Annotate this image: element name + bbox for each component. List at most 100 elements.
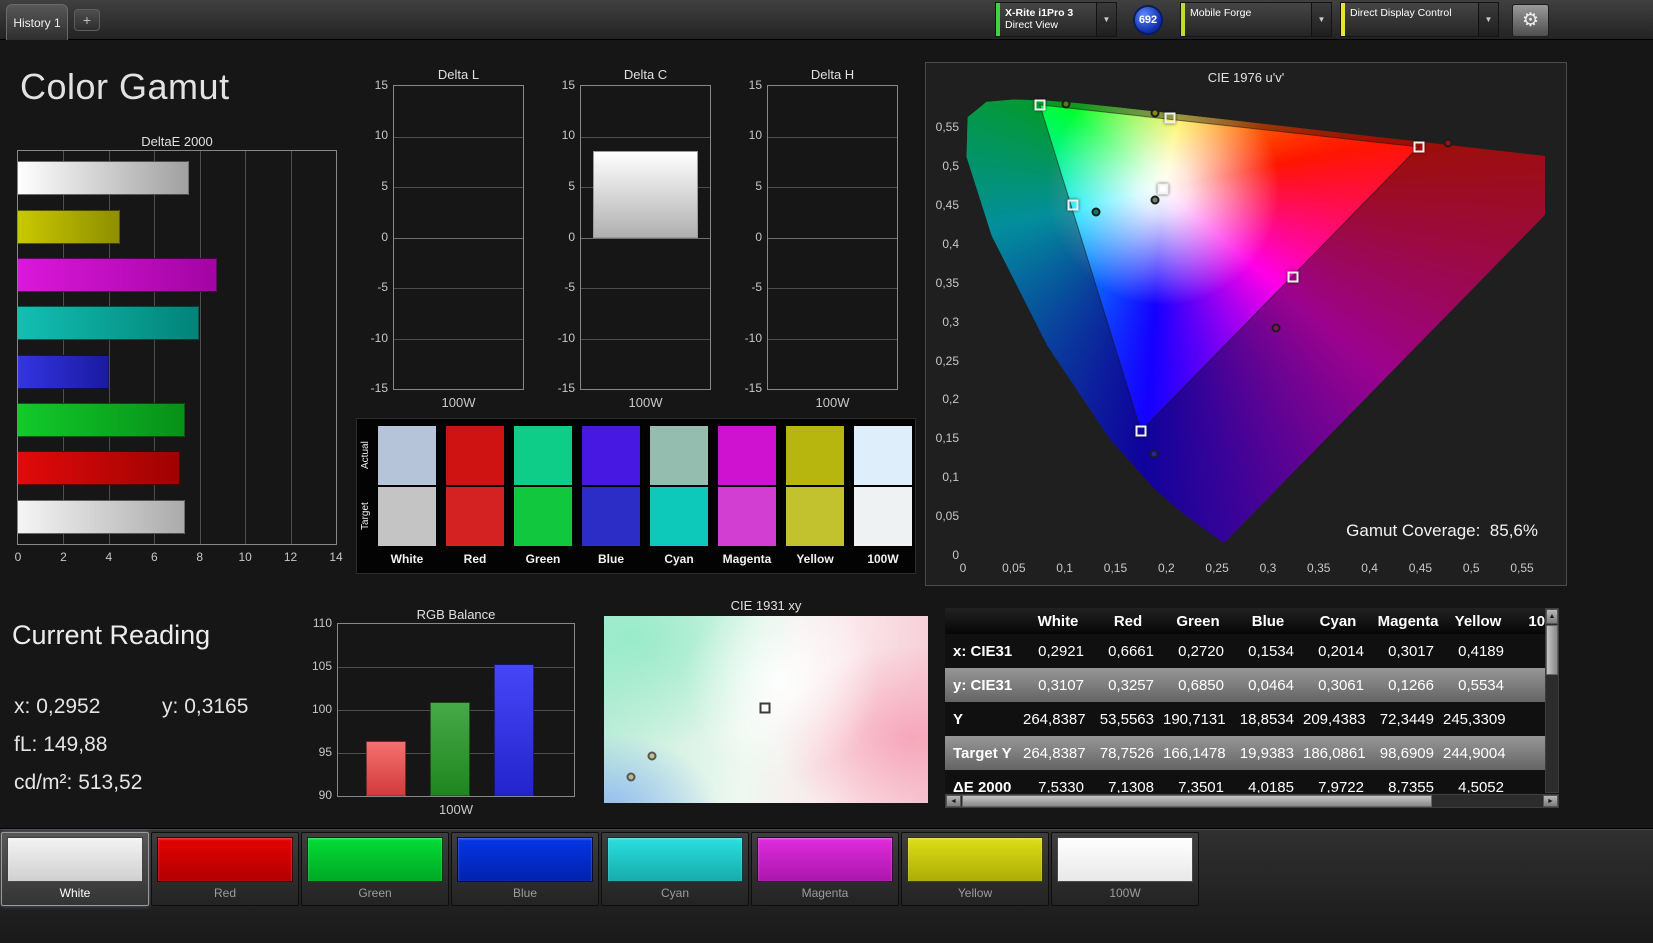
pattern-swatch-color xyxy=(757,837,893,882)
table-row: y: CIE31 0,3107 0,3257 0,6850 0,0464 0,3061 0,… xyxy=(945,668,1545,702)
measured-marker-cyan xyxy=(1091,207,1101,217)
axis-tick-label: 10 xyxy=(238,550,252,564)
tab-history-1[interactable]: History 1 xyxy=(6,4,68,40)
settings-button[interactable]: ⚙ xyxy=(1512,4,1549,37)
source-dropdown[interactable]: Mobile Forge ▼ xyxy=(1180,2,1332,37)
cell-value: 0,2720 xyxy=(1178,642,1224,660)
deltae-bar-blue xyxy=(18,354,110,389)
target-marker-blue xyxy=(1135,425,1147,437)
cell-value: 98,6909 xyxy=(1379,744,1434,762)
gamut-coverage-value: 85,6% xyxy=(1489,521,1538,540)
deltae-bar-row xyxy=(18,257,336,292)
cell-value: 4,5052 xyxy=(1458,778,1504,794)
axis-tick-label: 0,55 xyxy=(935,120,959,135)
axis-tick-label: 0,4 xyxy=(1361,561,1378,575)
scroll-right-button[interactable]: ► xyxy=(1543,795,1558,807)
table-horizontal-scrollbar[interactable]: ◄ ► xyxy=(945,794,1559,808)
rgb-bar-green xyxy=(430,702,470,796)
measured-marker-green xyxy=(1061,99,1071,109)
rgb-balance-xlabel: 100W xyxy=(439,802,473,817)
deltae-bar-cyan xyxy=(18,306,200,341)
table-row: x: CIE31 0,2921 0,6661 0,2720 0,1534 0,2014 0,… xyxy=(945,634,1545,668)
axis-tick-label: 0,55 xyxy=(1510,561,1534,575)
deltae-chart-title: DeltaE 2000 xyxy=(141,134,213,149)
compare-column-label: Yellow xyxy=(796,552,834,566)
axis-tick-label: 6 xyxy=(150,550,158,564)
measured-marker-magenta xyxy=(1271,323,1281,333)
pattern-swatch-100w[interactable]: 100W xyxy=(1051,832,1199,906)
cell-value: 7,5330 xyxy=(1038,778,1084,794)
cell-value: 0,3107 xyxy=(1038,676,1084,694)
vertical-scroll-thumb[interactable] xyxy=(1546,625,1558,675)
axis-tick-label: 14 xyxy=(329,550,343,564)
pattern-swatch-label: Magenta xyxy=(801,886,849,900)
horizontal-scroll-thumb[interactable] xyxy=(962,795,1432,807)
cell-value: 7,3 xyxy=(1513,779,1545,794)
axis-tick-label: 95 xyxy=(318,745,332,759)
scroll-left-button[interactable]: ◄ xyxy=(946,795,961,807)
cie1976-horseshoe xyxy=(966,99,1545,544)
gridline xyxy=(394,237,523,239)
pattern-swatch-label: Cyan xyxy=(660,886,689,900)
cell-value: 166,1478 xyxy=(1163,744,1226,762)
table-vertical-scrollbar[interactable]: ▲ xyxy=(1545,608,1559,793)
pattern-swatch-white[interactable]: White xyxy=(1,832,149,906)
cell-value: 8,7355 xyxy=(1388,778,1434,794)
pattern-swatch-blue[interactable]: Blue xyxy=(451,832,599,906)
pattern-swatch-green[interactable]: Green xyxy=(301,832,449,906)
chevron-down-icon: ▼ xyxy=(1311,3,1331,36)
compare-column-label: Green xyxy=(525,552,561,566)
pattern-swatch-magenta[interactable]: Magenta xyxy=(751,832,899,906)
pattern-swatch-color xyxy=(457,837,593,882)
pattern-swatch-red[interactable]: Red xyxy=(151,832,299,906)
axis-tick-label: -10 xyxy=(744,330,762,345)
delta-l-xlabel: 100W xyxy=(441,395,476,410)
pattern-swatch-label: White xyxy=(59,886,91,900)
axis-tick-label: 0 xyxy=(568,229,575,244)
pattern-swatch-color xyxy=(157,837,293,882)
chevron-down-icon: ▼ xyxy=(1478,3,1498,36)
current-reading-title: Current Reading xyxy=(12,620,211,650)
meter-dropdown[interactable]: X-Rite i1Pro 3 Direct View ▼ xyxy=(995,2,1117,37)
delta-l-chart: Delta L 100W 15 10 5 0 -5 -10 -15 xyxy=(371,67,524,410)
compare-actual-magenta xyxy=(717,425,777,486)
rgb-balance-chart: RGB Balance 100W 110 105 100 95 90 xyxy=(312,607,575,817)
compare-column-label: Blue xyxy=(597,552,624,566)
table-row: Y 264,8387 53,5563 190,7131 18,8534 209,4383 7… xyxy=(945,702,1545,736)
measured-marker-red xyxy=(1443,138,1453,148)
cell-value: 264,8387 xyxy=(1023,710,1086,728)
add-tab-button[interactable]: + xyxy=(74,9,100,31)
scroll-up-button[interactable]: ▲ xyxy=(1546,609,1558,624)
cie1976-panel: CIE 1976 u'v' 0,55 0,5 0,45 0,4 0,35 0,3 0,25 0… xyxy=(925,62,1567,586)
cell-value: 4,0185 xyxy=(1248,778,1294,794)
gridline xyxy=(768,237,897,239)
cell-value: 0,3017 xyxy=(1388,642,1434,660)
pattern-swatch-cyan[interactable]: Cyan xyxy=(601,832,749,906)
row-label: Y xyxy=(953,710,964,728)
column-header: Yellow xyxy=(1454,612,1502,630)
measured-marker-white xyxy=(1150,195,1160,205)
reading-cdm2-value: 513,52 xyxy=(78,771,143,794)
pattern-swatch-label: Blue xyxy=(512,886,538,900)
rgb-balance-title: RGB Balance xyxy=(416,607,496,622)
cell-value: 7,9722 xyxy=(1318,778,1364,794)
axis-tick-label: 2 xyxy=(60,550,67,564)
cell-value: 0,2014 xyxy=(1318,642,1364,660)
pattern-swatch-label: Yellow xyxy=(957,886,993,900)
axis-tick-label: 5 xyxy=(755,178,762,193)
pattern-swatch-yellow[interactable]: Yellow xyxy=(901,832,1049,906)
gridline xyxy=(768,187,897,188)
axis-tick-label: 0 xyxy=(755,229,762,244)
axis-tick-label: 0,15 xyxy=(1103,561,1128,575)
pattern-swatch-color xyxy=(907,837,1043,882)
gamut-coverage-label: Gamut Coverage: xyxy=(1346,521,1481,540)
measured-marker-yellow xyxy=(1150,108,1160,118)
reading-fl: fL: 149,88 xyxy=(14,733,107,757)
cie1976-x-axis: 0 0,05 0,1 0,15 0,2 0,25 0,3 0,35 0,4 0,45 0,5 0,55 xyxy=(960,561,1545,575)
cie1931-title: CIE 1931 xy xyxy=(730,598,802,613)
reading-y-label: y: xyxy=(162,695,179,718)
compare-target-red xyxy=(445,486,505,547)
reading-y-value: 0,3165 xyxy=(184,695,249,718)
display-control-dropdown[interactable]: Direct Display Control ▼ xyxy=(1340,2,1499,37)
deltae-bar-green xyxy=(18,403,185,438)
